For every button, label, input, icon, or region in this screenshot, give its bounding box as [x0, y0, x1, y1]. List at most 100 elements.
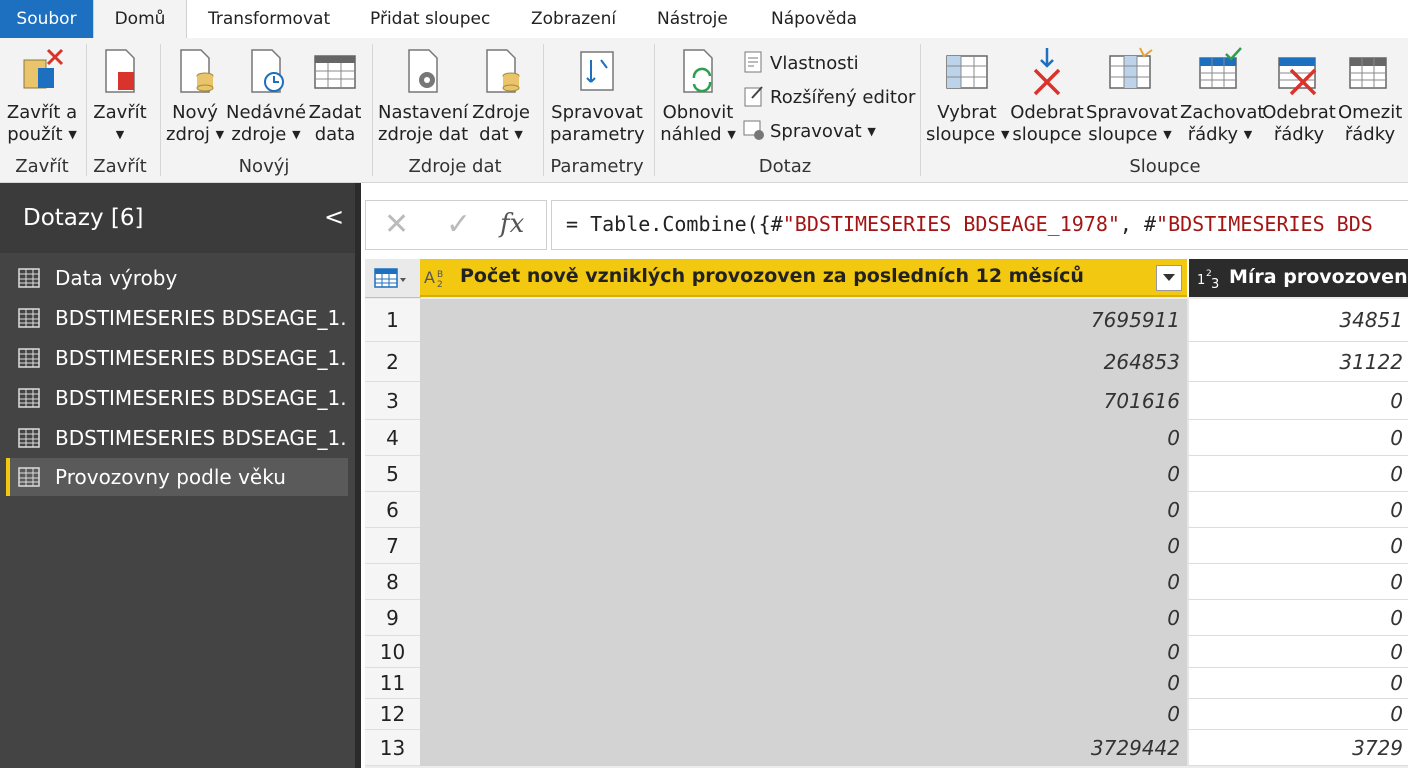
source-settings-button[interactable]: Nastavení zdroje dat	[378, 46, 468, 146]
close-button[interactable]: Zavřít ▼	[92, 46, 148, 146]
row-number[interactable]: 9	[365, 600, 421, 636]
cell-new-establishments[interactable]: 0	[420, 668, 1187, 699]
cell-establishment-rate[interactable]: 0	[1187, 699, 1408, 730]
manage-button[interactable]: Spravovat ▼	[742, 118, 876, 142]
cell-new-establishments[interactable]: 0	[420, 528, 1187, 564]
advanced-editor-button[interactable]: Rozšířený editor	[742, 84, 915, 108]
collapse-panel-icon[interactable]: <	[324, 203, 344, 231]
table-row[interactable]: 2 264853 31122	[365, 342, 1408, 382]
table-row[interactable]: 1 7695911 34851	[365, 299, 1408, 342]
row-number[interactable]: 13	[365, 730, 421, 766]
column-name: Míra provozoven b	[1229, 266, 1408, 288]
row-number[interactable]: 1	[365, 299, 421, 342]
table-row[interactable]: 7 0 0	[365, 528, 1408, 564]
column-filter-button[interactable]	[1156, 265, 1182, 291]
query-item-bdstimeseries-2[interactable]: BDSTIMESERIES BDSEAGE_1...	[6, 339, 348, 377]
table-row[interactable]: 11 0 0	[365, 668, 1408, 699]
recent-sources-button[interactable]: Nedávné zdroje ▼	[226, 46, 306, 146]
cell-new-establishments[interactable]: 7695911	[420, 299, 1187, 342]
row-number[interactable]: 7	[365, 528, 421, 564]
cancel-formula-icon[interactable]: ✕	[384, 207, 409, 242]
new-source-button[interactable]: Nový zdroj ▼	[166, 46, 224, 146]
cell-new-establishments[interactable]: 0	[420, 564, 1187, 600]
cell-establishment-rate[interactable]: 0	[1187, 528, 1408, 564]
table-menu-button[interactable]	[365, 259, 421, 298]
row-number[interactable]: 10	[365, 636, 421, 668]
tab-help[interactable]: Nápověda	[771, 0, 857, 38]
data-sources-button[interactable]: Zdroje dat ▼	[470, 46, 532, 146]
tab-view[interactable]: Zobrazení	[531, 0, 616, 38]
properties-button[interactable]: Vlastnosti	[742, 50, 859, 74]
table-row[interactable]: 12 0 0	[365, 699, 1408, 730]
cell-establishment-rate[interactable]: 31122	[1187, 342, 1408, 382]
tab-add-column[interactable]: Přidat sloupec	[370, 0, 490, 38]
table-row[interactable]: 8 0 0	[365, 564, 1408, 600]
table-row[interactable]: 5 0 0	[365, 456, 1408, 492]
cell-establishment-rate[interactable]: 0	[1187, 600, 1408, 636]
enter-data-button[interactable]: Zadat data	[308, 46, 362, 146]
table-row[interactable]: 6 0 0	[365, 492, 1408, 528]
cell-new-establishments[interactable]: 0	[420, 456, 1187, 492]
row-number[interactable]: 11	[365, 668, 421, 699]
column-header-establishment-rate[interactable]: 1 2 3 Míra provozoven b	[1187, 259, 1408, 297]
row-number[interactable]: 8	[365, 564, 421, 600]
table-row[interactable]: 4 0 0	[365, 420, 1408, 456]
table-row[interactable]: 10 0 0	[365, 636, 1408, 668]
confirm-formula-icon[interactable]: ✓	[446, 207, 471, 242]
query-item-bdstimeseries-4[interactable]: BDSTIMESERIES BDSEAGE_1...	[6, 419, 348, 457]
table-row[interactable]: 3 701616 0	[365, 382, 1408, 420]
tab-transform[interactable]: Transformovat	[208, 0, 330, 38]
cell-new-establishments[interactable]: 0	[420, 699, 1187, 730]
row-number[interactable]: 5	[365, 456, 421, 492]
row-number[interactable]: 6	[365, 492, 421, 528]
cell-establishment-rate[interactable]: 0	[1187, 668, 1408, 699]
tab-file[interactable]: Soubor	[0, 0, 93, 38]
row-number[interactable]: 3	[365, 382, 421, 420]
cell-value: 0	[1167, 426, 1180, 450]
tab-home[interactable]: Domů	[93, 0, 187, 39]
query-item-data-vyroby[interactable]: Data výroby	[6, 259, 348, 297]
table-menu-icon	[374, 268, 406, 288]
type-number-icon: 1 2 3	[1197, 269, 1219, 290]
svg-text:2: 2	[437, 280, 443, 289]
query-item-bdstimeseries-1[interactable]: BDSTIMESERIES BDSEAGE_1...	[6, 299, 348, 337]
row-number[interactable]: 4	[365, 420, 421, 456]
row-number[interactable]: 12	[365, 699, 421, 730]
close-apply-button[interactable]: Zavřít a použít ▼	[4, 46, 80, 146]
cell-establishment-rate[interactable]: 0	[1187, 420, 1408, 456]
cell-establishment-rate[interactable]: 34851	[1187, 299, 1408, 342]
manage-columns-button[interactable]: Spravovat sloupce ▼	[1086, 46, 1178, 146]
cell-new-establishments[interactable]: 0	[420, 600, 1187, 636]
cell-new-establishments[interactable]: 0	[420, 420, 1187, 456]
cell-establishment-rate[interactable]: 3729	[1187, 730, 1408, 766]
cell-establishment-rate[interactable]: 0	[1187, 492, 1408, 528]
remove-rows-button[interactable]: Odebrat řádky	[1262, 46, 1336, 146]
cell-new-establishments[interactable]: 0	[420, 492, 1187, 528]
manage-parameters-button[interactable]: Spravovat parametry	[550, 46, 645, 146]
column-header-new-establishments[interactable]: A B 2 Počet nově vzniklých provozoven za…	[420, 259, 1187, 297]
tab-tools[interactable]: Nástroje	[657, 0, 728, 38]
choose-columns-button[interactable]: Vybrat sloupce ▼	[926, 46, 1009, 146]
limit-rows-button[interactable]: Omezit řádky	[1338, 46, 1402, 146]
refresh-preview-button[interactable]: Obnovit náhled ▼	[660, 46, 736, 146]
cell-establishment-rate[interactable]: 0	[1187, 382, 1408, 420]
cell-new-establishments[interactable]: 3729442	[420, 730, 1187, 766]
query-item-provozovny-podle-veku[interactable]: Provozovny podle věku	[6, 458, 348, 496]
table-row[interactable]: 13 3729442 3729	[365, 730, 1408, 766]
cell-new-establishments[interactable]: 701616	[420, 382, 1187, 420]
query-item-bdstimeseries-3[interactable]: BDSTIMESERIES BDSEAGE_1...	[6, 379, 348, 417]
cell-new-establishments[interactable]: 264853	[420, 342, 1187, 382]
table-row[interactable]: 9 0 0	[365, 600, 1408, 636]
keep-rows-button[interactable]: Zachovat řádky ▼	[1180, 46, 1264, 146]
fx-icon[interactable]: fx	[500, 209, 524, 239]
formula-text: = Table.Combine({#"BDSTIMESERIES BDSEAGE…	[566, 212, 1373, 236]
cell-new-establishments[interactable]: 0	[420, 636, 1187, 668]
cell-establishment-rate[interactable]: 0	[1187, 564, 1408, 600]
cell-establishment-rate[interactable]: 0	[1187, 456, 1408, 492]
cell-establishment-rate[interactable]: 0	[1187, 636, 1408, 668]
formula-input[interactable]: = Table.Combine({#"BDSTIMESERIES BDSEAGE…	[551, 200, 1408, 250]
remove-columns-button[interactable]: Odebrat sloupce	[1010, 46, 1084, 146]
group-close2-label: Zavřít	[93, 156, 147, 177]
row-number[interactable]: 2	[365, 342, 421, 382]
group-columns-label: Sloupce	[1129, 156, 1201, 177]
